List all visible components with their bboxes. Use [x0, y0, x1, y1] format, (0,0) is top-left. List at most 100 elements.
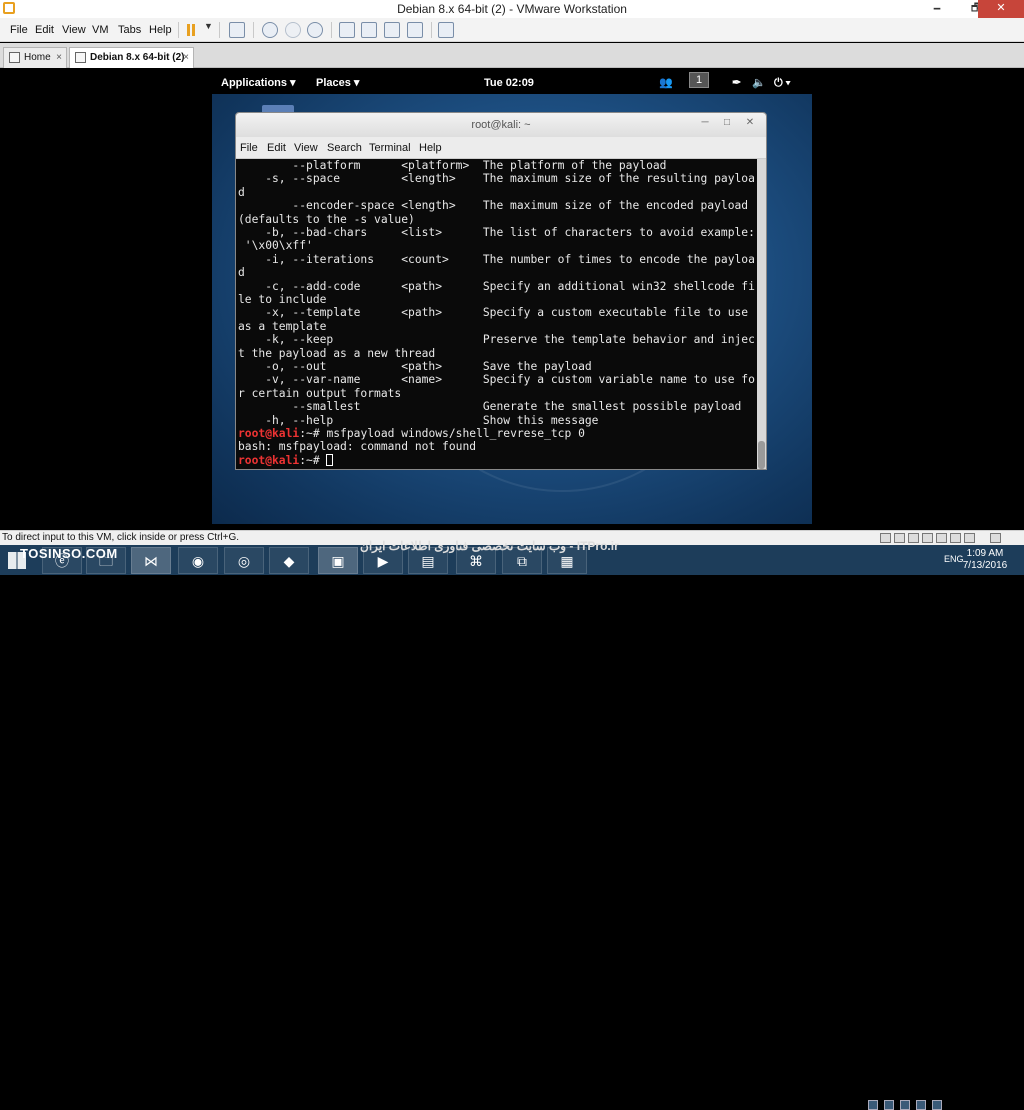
minimize-button[interactable]: 🗕	[923, 0, 951, 18]
terminal-menu-bar: File Edit View Search Terminal Help	[236, 137, 766, 159]
active-prompt-line[interactable]: root@kali:~#	[238, 453, 334, 467]
menu-bar: File Edit View VM Tabs Help ▼	[0, 18, 1024, 42]
text-cursor	[326, 453, 334, 466]
message-log-icon[interactable]	[990, 533, 1001, 543]
revert-snapshot-icon[interactable]	[285, 22, 301, 38]
error-line: bash: msfpayload: command not found	[238, 440, 477, 454]
terminal-menu-search[interactable]: Search	[327, 137, 362, 159]
terminal-maximize-button[interactable]: □	[716, 113, 738, 135]
terminal-menu-file[interactable]: File	[240, 137, 258, 159]
unity-icon[interactable]	[407, 22, 423, 38]
terminal-menu-edit[interactable]: Edit	[267, 137, 286, 159]
vm-console[interactable]: Applications ▾ Places ▾ Tue 02:09 👥 1 ✒ …	[212, 72, 812, 524]
terminal-line: d	[238, 266, 245, 280]
terminal-line: (defaults to the -s value)	[238, 212, 415, 226]
prompt-path: :~#	[299, 427, 327, 440]
tab-debian-vm[interactable]: Debian 8.x 64-bit (2) ×	[69, 47, 194, 68]
terminal-scrollbar[interactable]	[757, 159, 766, 469]
menu-vm[interactable]: VM	[92, 18, 109, 42]
terminal-line: le to include	[238, 293, 327, 306]
terminal-line: -v, --var-name <name> Specify a custom v…	[238, 373, 755, 387]
home-icon	[9, 52, 20, 63]
sound-icon[interactable]	[936, 533, 947, 543]
clock-date: 7/13/2016	[962, 560, 1008, 571]
pause-icon-bar	[192, 24, 195, 36]
tray-icon[interactable]	[868, 1100, 878, 1110]
menu-file[interactable]: File	[10, 18, 28, 42]
snapshot-icon[interactable]	[262, 22, 278, 38]
pen-icon[interactable]: ✒	[732, 72, 741, 94]
terminal-window[interactable]: root@kali: ~ ─ □ ✕ File Edit View Search…	[235, 112, 767, 470]
terminal-minimize-button[interactable]: ─	[694, 113, 716, 135]
tab-close-icon[interactable]: ×	[183, 48, 189, 67]
send-keys-icon[interactable]	[229, 22, 245, 38]
menu-view[interactable]: View	[62, 18, 86, 42]
volume-icon[interactable]: 🔈	[752, 72, 766, 94]
terminal-title-bar[interactable]: root@kali: ~ ─ □ ✕	[236, 113, 766, 137]
sidebar-toggle-icon[interactable]	[339, 22, 355, 38]
clock-time: 1:09 AM	[966, 548, 1004, 559]
terminal-line: -i, --iterations <count> The number of t…	[238, 252, 755, 266]
printer-icon[interactable]	[950, 533, 961, 543]
terminal-title: root@kali: ~	[471, 119, 531, 131]
snapshot-manager-icon[interactable]	[307, 22, 323, 38]
workspace-indicator[interactable]: 1	[689, 72, 709, 88]
applications-menu[interactable]: Applications ▾	[221, 72, 296, 94]
prompt-user: root@kali	[238, 427, 300, 440]
chrome-icon[interactable]: ◎	[224, 547, 264, 574]
tab-close-icon[interactable]: ×	[56, 48, 62, 67]
close-button[interactable]: ✕	[978, 0, 1024, 18]
terminal-menu-view[interactable]: View	[294, 137, 318, 159]
vmware-icon[interactable]: ▣	[318, 547, 358, 574]
network-tray-icon[interactable]	[916, 1100, 926, 1110]
scrollbar-thumb[interactable]	[758, 441, 765, 469]
users-icon[interactable]: 👥	[659, 72, 673, 94]
tab-home[interactable]: Home ×	[3, 47, 67, 68]
vmware-title-bar: Debian 8.x 64-bit (2) - VMware Workstati…	[0, 0, 1024, 18]
firefox-icon[interactable]: ◉	[178, 547, 218, 574]
terminal-line: as a template	[238, 319, 327, 333]
status-message: To direct input to this VM, click inside…	[2, 532, 240, 543]
taskbar-clock[interactable]: 1:09 AM 7/13/2016	[960, 548, 1010, 572]
app-icon[interactable]: ◆	[269, 547, 309, 574]
menu-edit[interactable]: Edit	[35, 18, 54, 42]
visual-studio-icon[interactable]: ⋈	[131, 547, 171, 574]
gnome-clock[interactable]: Tue 02:09	[484, 72, 534, 94]
network-icon[interactable]	[908, 533, 919, 543]
watermark-itpro: وب سایت تخصصی فناوری اطلاعات ایران - ITP…	[360, 539, 619, 553]
gnome-top-bar: Applications ▾ Places ▾ Tue 02:09 👥 1 ✒ …	[212, 72, 812, 94]
display-icon[interactable]	[964, 533, 975, 543]
toolbar-separator	[178, 22, 179, 38]
thumbnail-bar-icon[interactable]	[361, 22, 377, 38]
terminal-line: d	[238, 185, 245, 199]
terminal-line: --encoder-space <length> The maximum siz…	[238, 199, 749, 213]
volume-tray-icon[interactable]	[932, 1100, 942, 1110]
tray-icon[interactable]	[900, 1100, 910, 1110]
vm-icon	[75, 52, 86, 63]
terminal-menu-help[interactable]: Help	[419, 137, 442, 159]
toolbar-separator	[431, 22, 432, 38]
tab-bar: Home × Debian 8.x 64-bit (2) ×	[0, 43, 1024, 68]
power-menu[interactable]: ⏻ ▾	[774, 72, 790, 94]
tray-icon[interactable]	[884, 1100, 894, 1110]
places-menu[interactable]: Places ▾	[316, 72, 359, 94]
tab-home-label: Home	[24, 52, 51, 63]
toolbar-separator	[219, 22, 220, 38]
terminal-output[interactable]: --platform <platform> The platform of th…	[236, 159, 757, 469]
full-screen-icon[interactable]	[384, 22, 400, 38]
menu-help[interactable]: Help	[149, 18, 172, 42]
menu-tabs[interactable]: Tabs	[118, 18, 141, 42]
terminal-close-button[interactable]: ✕	[739, 113, 761, 135]
usb-icon[interactable]	[922, 533, 933, 543]
pause-icon[interactable]	[187, 24, 190, 36]
terminal-line: -o, --out <path> Save the payload	[238, 360, 592, 373]
terminal-menu-terminal[interactable]: Terminal	[369, 137, 411, 159]
hard-disk-icon[interactable]	[880, 533, 891, 543]
console-view-icon[interactable]	[438, 22, 454, 38]
chevron-down-icon[interactable]: ▼	[204, 21, 213, 31]
terminal-line: -b, --bad-chars <list> The list of chara…	[238, 226, 755, 239]
command-line: root@kali:~# msfpayload windows/shell_re…	[238, 427, 585, 440]
watermark-tosinso: TOSINSO.COM	[20, 546, 118, 561]
terminal-line: '\x00\xff'	[238, 239, 313, 253]
cd-drive-icon[interactable]	[894, 533, 905, 543]
